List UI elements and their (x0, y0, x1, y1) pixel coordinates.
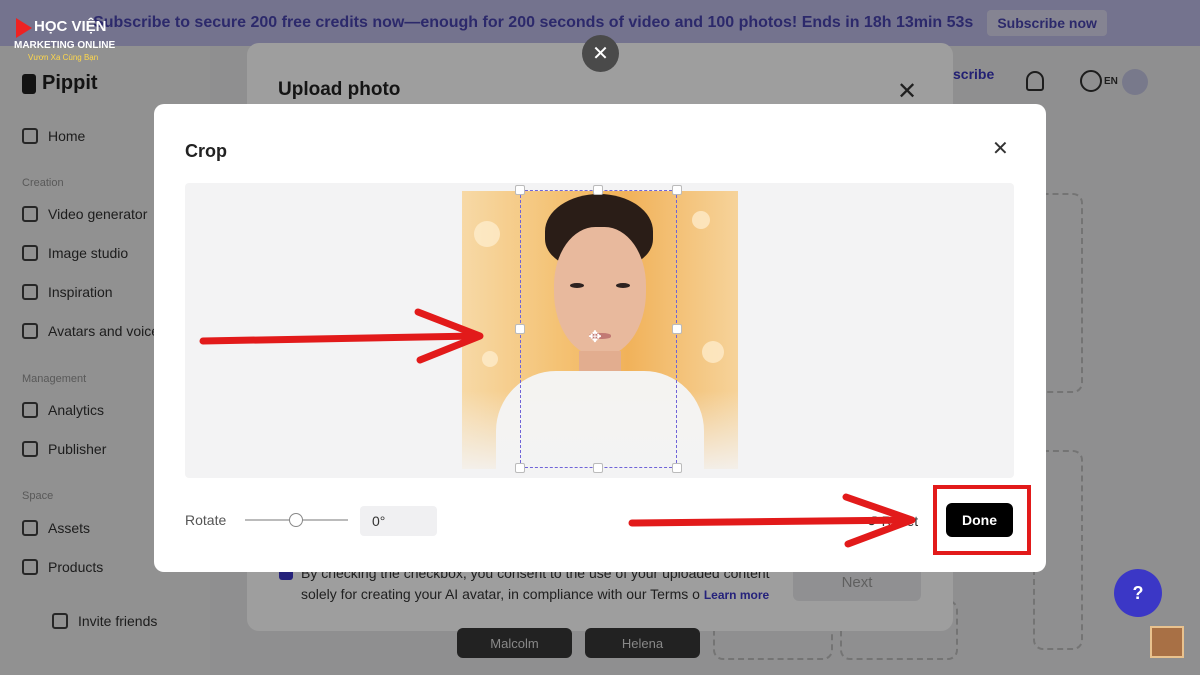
help-button[interactable]: ? (1114, 569, 1162, 617)
logo-line-3: Vươn Xa Cùng Bạn (28, 53, 99, 62)
move-icon[interactable]: ✥ (587, 330, 603, 346)
rotate-slider-thumb[interactable] (289, 513, 303, 527)
reset-label: Reset (881, 513, 919, 529)
crop-handle-left[interactable] (515, 324, 525, 334)
bokeh-light (692, 211, 710, 229)
play-logo-icon (16, 18, 32, 38)
rotate-value-input[interactable]: 0° (360, 506, 437, 536)
crop-title: Crop (185, 141, 227, 161)
learn-more-link[interactable]: Learn more (704, 588, 769, 602)
logo-line-2: MARKETING ONLINE (14, 40, 116, 51)
crop-handle-bottom-left[interactable] (515, 463, 525, 473)
crop-handle-bottom-right[interactable] (672, 463, 682, 473)
bokeh-light (702, 341, 724, 363)
rotate-label: Rotate (185, 512, 227, 528)
overlay-close-button[interactable]: ✕ (582, 35, 619, 72)
crop-handle-top[interactable] (593, 185, 603, 195)
bokeh-light (482, 351, 498, 367)
avatar-name-chip[interactable]: Helena (585, 628, 700, 658)
crop-handle-top-left[interactable] (515, 185, 525, 195)
reset-button[interactable]: ↺ Reset (856, 504, 928, 538)
upload-photo-title: Upload photo (278, 79, 401, 100)
avatar-name-chip[interactable]: Malcolm (457, 628, 572, 658)
help-icon: ? (1132, 582, 1144, 603)
crop-handle-bottom[interactable] (593, 463, 603, 473)
upload-close-button[interactable]: ✕ (897, 77, 917, 106)
close-icon: ✕ (992, 138, 1009, 160)
crop-canvas: ✥ (185, 183, 1014, 478)
channel-logo: HỌC VIỆN MARKETING ONLINE Vươn Xa Cùng B… (12, 16, 122, 66)
corner-thumbnail (1150, 626, 1184, 658)
reset-icon: ↺ (865, 512, 878, 529)
crop-close-button[interactable]: ✕ (992, 136, 1009, 161)
crop-handle-top-right[interactable] (672, 185, 682, 195)
crop-handle-right[interactable] (672, 324, 682, 334)
crop-modal: Crop ✕ ✥ Rotate 0° ↺ Reset Done (154, 104, 1046, 572)
done-highlight-box (933, 485, 1031, 555)
bokeh-light (474, 221, 500, 247)
logo-line-1: HỌC VIỆN (34, 18, 107, 35)
close-icon: ✕ (592, 43, 609, 65)
